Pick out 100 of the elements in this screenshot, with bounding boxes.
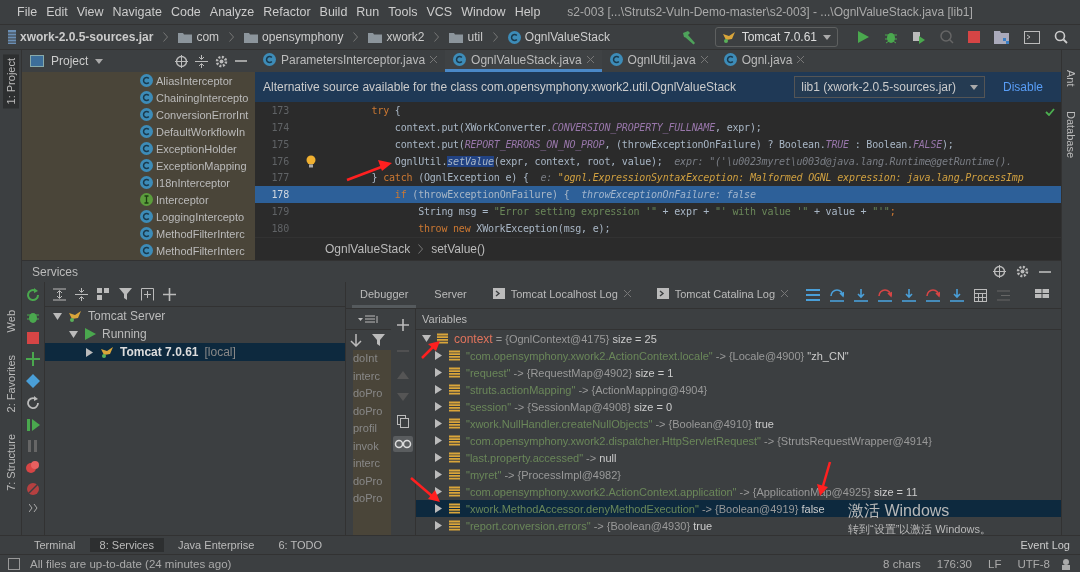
collapsed-arrow-icon[interactable] xyxy=(434,385,443,394)
tool-window-tab[interactable]: 2: Favorites xyxy=(2,350,19,417)
status-item[interactable]: 8 chars xyxy=(883,557,921,570)
diamond-icon[interactable] xyxy=(26,374,40,388)
project-tree-item[interactable]: ChainingIntercepto xyxy=(140,89,255,106)
settings-icon[interactable] xyxy=(1016,265,1029,278)
step-over-icon[interactable] xyxy=(830,288,845,302)
event-log-button[interactable]: Event Log xyxy=(1020,539,1070,551)
status-item[interactable]: UTF-8 xyxy=(1017,557,1050,570)
run-to-cursor-icon[interactable] xyxy=(950,288,965,302)
close-icon[interactable] xyxy=(781,290,789,297)
inspector-icon[interactable] xyxy=(1060,557,1072,570)
hammer-icon[interactable] xyxy=(680,29,697,45)
collapsed-arrow-icon[interactable] xyxy=(434,436,443,445)
status-item[interactable]: 176:30 xyxy=(936,557,972,570)
run-icon[interactable] xyxy=(856,30,870,44)
menu-item[interactable]: Edit xyxy=(46,5,68,19)
expanded-arrow-icon[interactable] xyxy=(69,329,78,339)
status-item[interactable]: LF xyxy=(988,557,1002,570)
menu-item[interactable]: Window xyxy=(461,5,506,19)
collapsed-arrow-icon[interactable] xyxy=(434,470,443,479)
project-tree-item[interactable]: ExceptionHolder xyxy=(140,140,255,157)
list-icon[interactable] xyxy=(806,289,821,301)
project-tree-item[interactable]: AliasInterceptor xyxy=(140,72,255,89)
variable-entry[interactable]: context = {OgnlContext@4175} size = 25 xyxy=(454,331,657,346)
close-icon[interactable] xyxy=(430,56,438,63)
breadcrumb-item[interactable]: com xyxy=(178,30,220,44)
locate-icon[interactable] xyxy=(175,54,188,68)
variable-entry[interactable]: "com.opensymphony.xwork2.ActionContext.locale" -> {Locale@4900} "zh_CN" xyxy=(466,349,849,362)
project-tree-item[interactable]: Interceptor xyxy=(140,191,255,208)
service-tree-item[interactable]: Running xyxy=(45,325,345,343)
filter-icon[interactable] xyxy=(372,333,385,347)
collapsed-arrow-icon[interactable] xyxy=(434,351,443,360)
collapsed-arrow-icon[interactable] xyxy=(434,504,443,513)
locate-icon[interactable] xyxy=(993,265,1006,278)
menu-item[interactable]: Build xyxy=(319,5,348,19)
bug-icon[interactable] xyxy=(884,30,898,44)
breadcrumb-item[interactable]: xwork-2.0.5-sources.jar xyxy=(8,30,154,44)
variable-entry[interactable]: "struts.actionMapping" -> {ActionMapping@4904} xyxy=(466,383,708,396)
tool-window-tab[interactable]: Ant xyxy=(1063,66,1079,91)
menu-item[interactable]: Help xyxy=(514,5,541,19)
filter-icon[interactable] xyxy=(119,287,132,301)
collapsed-arrow-icon[interactable] xyxy=(85,347,94,357)
service-tree-item[interactable]: Tomcat 7.0.61 [local] xyxy=(45,343,345,361)
tool-window-tab[interactable]: Java Enterprise xyxy=(168,538,265,552)
new-tab-icon[interactable] xyxy=(141,287,154,301)
project-tree-item[interactable]: ConversionErrorInt xyxy=(140,106,255,123)
close-icon[interactable] xyxy=(700,56,708,63)
menu-item[interactable]: Refactor xyxy=(263,5,311,19)
add-icon[interactable] xyxy=(163,287,176,301)
editor-tab[interactable]: Ognl.java xyxy=(715,50,813,72)
glasses-icon[interactable] xyxy=(393,436,413,452)
collapsed-arrow-icon[interactable] xyxy=(434,521,443,530)
expanded-arrow-icon[interactable] xyxy=(53,311,62,321)
tool-window-tab[interactable]: 8: Services xyxy=(89,538,164,552)
source-select[interactable]: lib1 (xwork-2.0.5-sources.jar) xyxy=(794,76,985,98)
collapsed-arrow-icon[interactable] xyxy=(434,453,443,462)
service-tree-item[interactable]: Tomcat Server xyxy=(45,307,345,325)
variable-entry[interactable]: "last.property.accessed" -> null xyxy=(466,451,617,464)
coverage-icon[interactable] xyxy=(912,30,926,44)
variable-entry[interactable]: "report.conversion.errors" -> {Boolean@4930} true xyxy=(466,519,713,532)
caret-icon[interactable] xyxy=(95,58,104,64)
tool-window-tab[interactable]: 6: TODO xyxy=(268,538,333,552)
variable-entry[interactable]: "request" -> {RequestMap@4902} size = 1 xyxy=(466,366,674,379)
collapse-all-icon[interactable] xyxy=(75,287,88,301)
more-icon[interactable] xyxy=(28,504,38,512)
variable-entry[interactable]: "com.opensymphony.xwork2.dispatcher.HttpServletRequest" -> {StrutsRequestWrapper@4914} xyxy=(466,434,932,447)
search-icon[interactable] xyxy=(1054,30,1068,44)
breadcrumb-item[interactable]: opensymphony xyxy=(244,30,344,44)
bug-icon[interactable] xyxy=(26,310,40,324)
drop-frame-icon[interactable] xyxy=(926,288,941,302)
editor-tab[interactable]: ParametersInterceptor.java xyxy=(255,50,446,72)
tool-window-tab[interactable]: Database xyxy=(1063,106,1079,162)
project-tree-item[interactable]: ExceptionMapping xyxy=(140,157,255,174)
panel-toggle-icon[interactable] xyxy=(8,557,20,570)
lightbulb-icon[interactable] xyxy=(306,154,316,168)
code-breadcrumb[interactable]: OgnlValueStack xyxy=(325,242,411,256)
add-icon[interactable] xyxy=(397,319,409,331)
tool-window-tab[interactable]: 1: Project xyxy=(2,54,19,109)
tool-window-tab[interactable]: 7: Structure xyxy=(2,430,19,495)
breadcrumb-item[interactable]: util xyxy=(449,30,483,44)
menu-item[interactable]: Navigate xyxy=(112,5,162,19)
terminal-window-icon[interactable] xyxy=(1024,30,1040,44)
settings-icon[interactable] xyxy=(215,54,228,68)
project-tree-item[interactable]: MethodFilterInterc xyxy=(140,225,255,242)
close-icon[interactable] xyxy=(623,290,631,297)
code-breadcrumb[interactable]: setValue() xyxy=(431,242,485,256)
menu-item[interactable]: Analyze xyxy=(209,5,255,19)
close-icon[interactable] xyxy=(797,56,805,63)
calculator-icon[interactable] xyxy=(974,288,988,302)
variable-entry[interactable]: "xwork.NullHandler.createNullObjects" -> {Boolean@4910} true xyxy=(466,417,774,430)
variable-entry[interactable]: "session" -> {SessionMap@4908} size = 0 xyxy=(466,400,673,413)
project-view-dropdown[interactable]: Project xyxy=(51,54,89,68)
expand-all-icon[interactable] xyxy=(53,287,66,301)
refresh-icon[interactable] xyxy=(26,396,40,410)
project-tree-item[interactable]: MethodFilterInterc xyxy=(140,242,255,259)
menu-item[interactable]: View xyxy=(76,5,104,19)
step-out-icon[interactable] xyxy=(902,288,917,302)
collapse-all-icon[interactable] xyxy=(195,54,208,68)
menu-item[interactable]: VCS xyxy=(426,5,453,19)
